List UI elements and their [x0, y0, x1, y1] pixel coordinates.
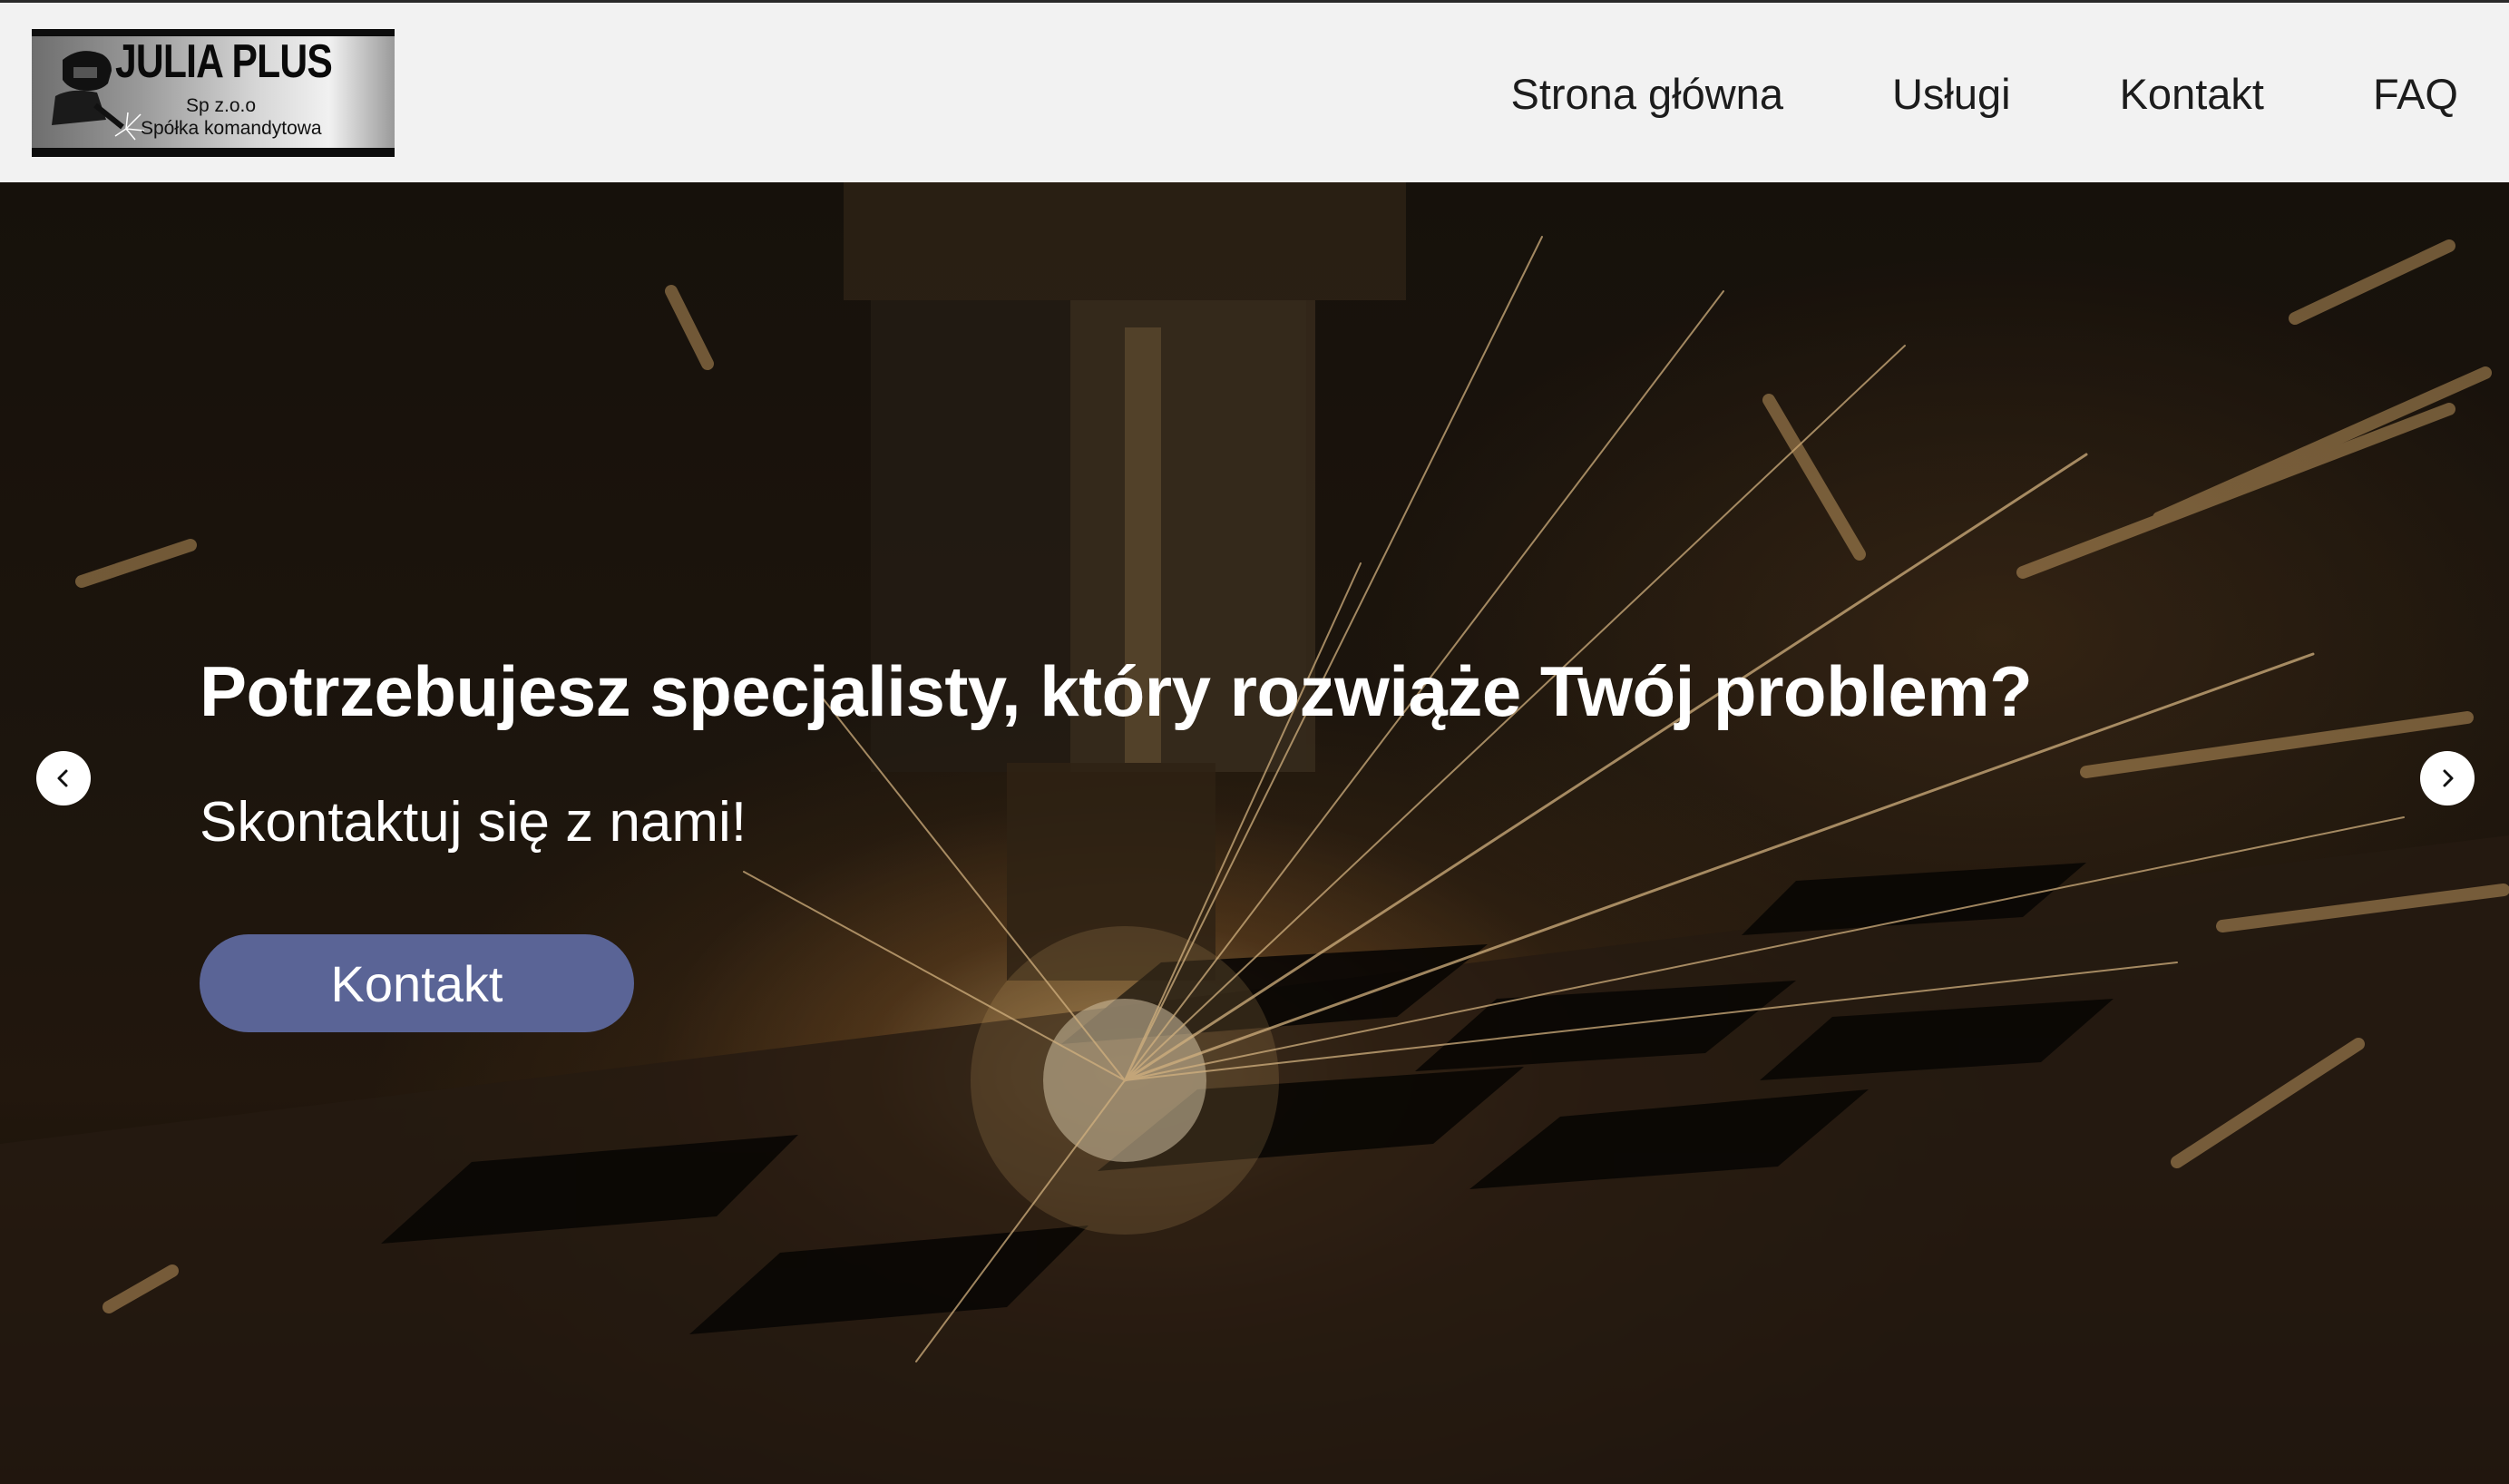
logo-plate: JULIA PLUS Sp z.o.o Spółka komandytowa [32, 35, 395, 148]
hero-heading: Potrzebujesz specjalisty, który rozwiąże… [200, 651, 2033, 731]
hero-carousel: Potrzebujesz specjalisty, który rozwiąże… [0, 182, 2509, 1484]
nav-item-services[interactable]: Usługi [1892, 69, 2011, 119]
brand-name: JULIA PLUS [115, 35, 333, 88]
nav-item-faq[interactable]: FAQ [2373, 69, 2458, 119]
chevron-right-icon [2443, 769, 2454, 787]
brand-legal-form: Sp z.o.o [186, 94, 257, 116]
main-nav: Strona główna Usługi Kontakt FAQ [1510, 69, 2458, 119]
contact-cta-button[interactable]: Kontakt [200, 934, 634, 1032]
brand-logo[interactable]: JULIA PLUS Sp z.o.o Spółka komandytowa [32, 28, 395, 157]
site-header: JULIA PLUS Sp z.o.o Spółka komandytowa S… [0, 3, 2509, 182]
carousel-next-button[interactable] [2420, 751, 2475, 805]
hero-subheading: Skontaktuj się z nami! [200, 791, 747, 854]
brand-company-type: Spółka komandytowa [141, 117, 322, 139]
chevron-left-icon [57, 769, 68, 787]
nav-item-home[interactable]: Strona główna [1510, 69, 1782, 119]
nav-item-contact[interactable]: Kontakt [2120, 69, 2264, 119]
carousel-prev-button[interactable] [36, 751, 91, 805]
